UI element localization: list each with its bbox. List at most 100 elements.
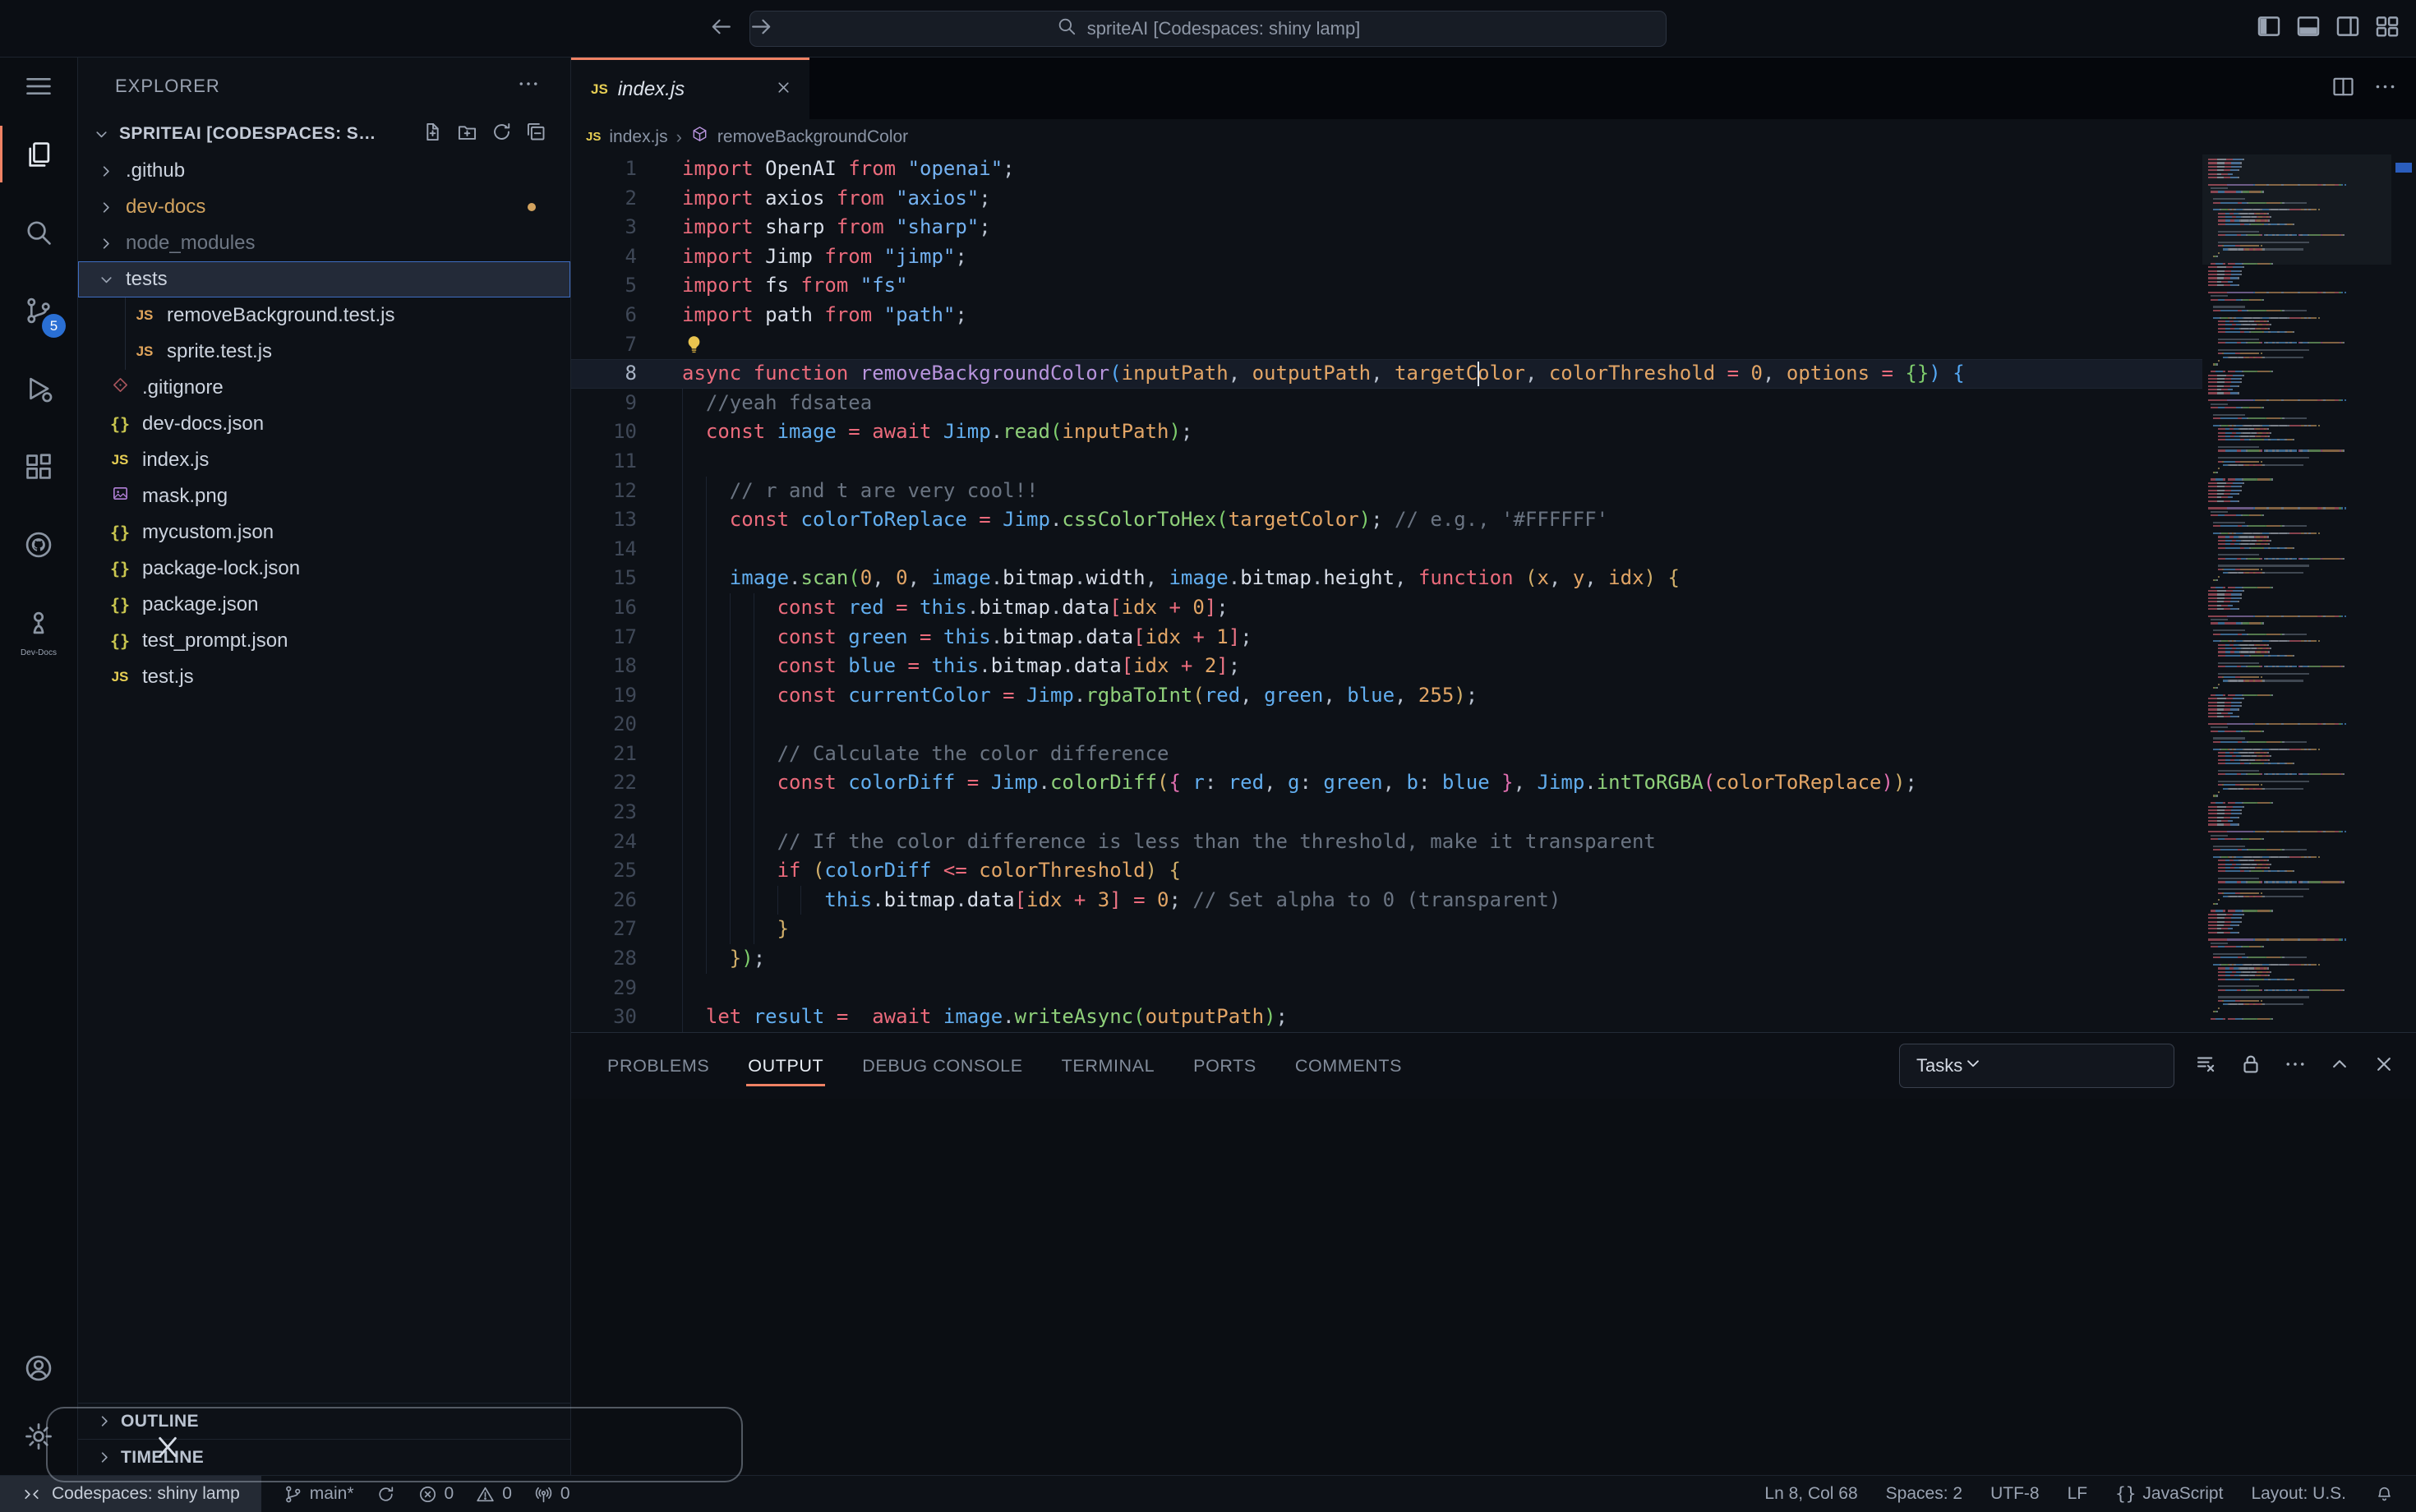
code-line-29[interactable] [682,974,2202,1003]
status-bell[interactable] [2374,1484,2395,1505]
breadcrumb[interactable]: JS index.js › removeBackgroundColor [571,119,2416,154]
breadcrumb-symbol[interactable]: removeBackgroundColor [717,127,908,147]
code-line-7[interactable] [682,330,2202,360]
activity-explorer[interactable] [0,115,77,193]
new-folder-button[interactable] [456,121,478,147]
activity-extensions[interactable] [0,427,77,505]
tree-item-package-lock.json[interactable]: {}package-lock.json [78,551,570,587]
code-line-18[interactable]: const blue = this.bitmap.data[idx + 2]; [682,652,2202,681]
tree-item-index.js[interactable]: JSindex.js [78,442,570,478]
tree-item-.gitignore[interactable]: .gitignore [78,370,570,406]
timeline-section[interactable]: TIMELINE [78,1439,570,1475]
code-line-23[interactable] [682,798,2202,827]
status-error[interactable]: 0 [417,1484,454,1505]
tree-item-sprite.test.js[interactable]: JSsprite.test.js [78,334,570,370]
code-line-13[interactable]: const colorToReplace = Jimp.cssColorToHe… [682,505,2202,535]
code-line-30[interactable]: let result = await image.writeAsync(outp… [682,1003,2202,1032]
sidebar-more-button[interactable] [516,71,541,101]
layout-right-button[interactable] [2334,12,2362,44]
tree-item-test_prompt.json[interactable]: {}test_prompt.json [78,623,570,659]
code-line-4[interactable]: import Jimp from "jimp"; [682,242,2202,272]
tab-index-js[interactable]: JS index.js [571,58,809,119]
status-layout-u-s-[interactable]: Layout: U.S. [2251,1484,2346,1504]
new-file-button[interactable] [422,121,444,147]
status-lf[interactable]: LF [2068,1484,2088,1504]
code-line-26[interactable]: this.bitmap.data[idx + 3] = 0; // Set al… [682,886,2202,915]
tree-item-mycustom.json[interactable]: {}mycustom.json [78,514,570,551]
status-git-branch[interactable]: main* [283,1484,354,1505]
status-remote[interactable]: Codespaces: shiny lamp [0,1476,261,1512]
tree-item-mask.png[interactable]: mask.png [78,478,570,514]
code-line-8[interactable]: async function removeBackgroundColor(inp… [682,359,2202,389]
status-sync[interactable] [376,1484,396,1505]
output-panel-content[interactable] [571,1099,2416,1475]
code-content[interactable]: import OpenAI from "openai";import axios… [682,154,2202,1032]
code-line-12[interactable]: // r and t are very cool!! [682,477,2202,506]
scrollbar[interactable] [2391,154,2416,1032]
panel-tab-problems[interactable]: PROBLEMS [607,1056,709,1076]
code-line-22[interactable]: const colorDiff = Jimp.colorDiff({ r: re… [682,768,2202,798]
tree-item-node_modules[interactable]: node_modules [78,225,570,261]
status-spaces-2[interactable]: Spaces: 2 [1886,1484,1962,1504]
outline-section[interactable]: OUTLINE [78,1403,570,1439]
split-editor-button[interactable] [2331,74,2356,104]
panel-tab-terminal[interactable]: TERMINAL [1062,1056,1155,1076]
activity-dev-docs[interactable]: Dev-Docs [0,583,77,662]
activity-menu[interactable] [0,58,77,115]
panel-clear-button[interactable] [2194,1052,2219,1081]
code-line-6[interactable]: import path from "path"; [682,301,2202,330]
layout-grid-button[interactable] [2373,12,2401,44]
code-line-19[interactable]: const currentColor = Jimp.rgbaToInt(red,… [682,681,2202,711]
status-javascript[interactable]: {}JavaScript [2115,1484,2223,1504]
panel-chevron-up-button[interactable] [2327,1052,2352,1081]
activity-source-control[interactable]: 5 [0,271,77,349]
layout-bottom-button[interactable] [2294,12,2322,44]
back-button[interactable] [708,14,734,44]
code-line-17[interactable]: const green = this.bitmap.data[idx + 1]; [682,623,2202,652]
panel-tab-comments[interactable]: COMMENTS [1295,1056,1402,1076]
panel-tab-debug-console[interactable]: DEBUG CONSOLE [862,1056,1022,1076]
panel-lock-button[interactable] [2238,1052,2263,1081]
breadcrumb-file[interactable]: index.js [609,127,667,147]
command-center[interactable]: spriteAI [Codespaces: shiny lamp] [749,11,1667,47]
code-line-25[interactable]: if (colorDiff <= colorThreshold) { [682,856,2202,886]
activity-account[interactable] [0,1339,77,1397]
tree-item-test.js[interactable]: JStest.js [78,659,570,695]
project-header[interactable]: SPRITEAI [CODESPACES: SHINY LAMP] [78,115,570,153]
panel-tab-output[interactable]: OUTPUT [748,1056,823,1076]
close-tab-button[interactable] [774,78,793,101]
activity-github[interactable] [0,505,77,583]
panel-close-button[interactable] [2372,1052,2396,1081]
tree-item-dev-docs[interactable]: dev-docs [78,189,570,225]
tree-item-tests[interactable]: tests [78,261,570,297]
code-line-15[interactable]: image.scan(0, 0, image.bitmap.width, ima… [682,564,2202,593]
code-line-28[interactable]: }); [682,944,2202,974]
status-utf-8[interactable]: UTF-8 [1990,1484,2040,1504]
forward-button[interactable] [749,14,774,44]
status-ln-8-col-68[interactable]: Ln 8, Col 68 [1764,1484,1857,1504]
code-line-27[interactable]: } [682,915,2202,944]
code-line-24[interactable]: // If the color difference is less than … [682,827,2202,857]
activity-run-debug[interactable] [0,349,77,427]
code-line-5[interactable]: import fs from "fs" [682,271,2202,301]
activity-settings[interactable] [0,1397,77,1475]
code-line-2[interactable]: import axios from "axios"; [682,184,2202,214]
code-line-21[interactable]: // Calculate the color difference [682,740,2202,769]
code-line-1[interactable]: import OpenAI from "openai"; [682,154,2202,184]
status-warning[interactable]: 0 [475,1484,512,1505]
tree-item-removeBackground.test.js[interactable]: JSremoveBackground.test.js [78,297,570,334]
minimap[interactable] [2202,154,2391,1032]
code-line-3[interactable]: import sharp from "sharp"; [682,213,2202,242]
refresh-button[interactable] [491,121,513,147]
tree-item-dev-docs.json[interactable]: {}dev-docs.json [78,406,570,442]
code-line-9[interactable]: //yeah fdsatea [682,389,2202,418]
panel-ellipsis-button[interactable] [2283,1052,2308,1081]
panel-tab-ports[interactable]: PORTS [1193,1056,1256,1076]
layout-left-button[interactable] [2255,12,2283,44]
code-line-20[interactable] [682,710,2202,740]
status-broadcast[interactable]: 0 [533,1484,570,1505]
code-line-14[interactable] [682,535,2202,565]
code-line-10[interactable]: const image = await Jimp.read(inputPath)… [682,417,2202,447]
output-channel-select[interactable]: Tasks [1899,1044,2174,1088]
code-line-16[interactable]: const red = this.bitmap.data[idx + 0]; [682,593,2202,623]
